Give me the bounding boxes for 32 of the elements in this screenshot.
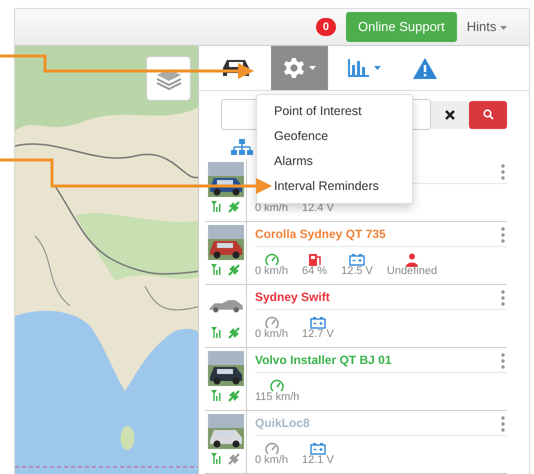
search-icon xyxy=(482,109,494,120)
reading-text: 12.1 V xyxy=(302,454,334,467)
notification-badge: 0 xyxy=(316,18,336,36)
caret-icon xyxy=(500,26,507,30)
more-icon[interactable] xyxy=(499,351,507,369)
reading-text: 12.5 V xyxy=(341,265,373,278)
bar-chart-icon xyxy=(348,59,370,77)
reading-text: 12.7 V xyxy=(302,328,334,341)
layers-icon xyxy=(156,66,182,90)
warning-icon xyxy=(413,58,437,78)
layers-button[interactable] xyxy=(146,56,191,101)
menu-item[interactable]: Interval Reminders xyxy=(257,174,412,199)
vehicle-name[interactable]: Sydney Swift xyxy=(255,288,330,306)
search-button[interactable] xyxy=(469,100,507,128)
hierarchy-icon[interactable] xyxy=(229,137,255,155)
reading-text: 64 % xyxy=(302,265,328,278)
menu-item[interactable]: Geofence xyxy=(257,124,412,149)
reading-text: 0 km/h xyxy=(255,454,288,467)
more-icon[interactable] xyxy=(499,414,507,432)
clear-button[interactable] xyxy=(431,100,469,128)
reading-text: 0 km/h xyxy=(255,265,288,278)
more-icon[interactable] xyxy=(499,162,507,180)
close-icon xyxy=(445,110,455,120)
more-icon[interactable] xyxy=(499,225,507,243)
menu-item[interactable]: Point of Interest xyxy=(257,99,412,124)
more-icon[interactable] xyxy=(499,288,507,306)
reading-text: Undefined xyxy=(386,265,438,278)
menu-item[interactable]: Alarms xyxy=(257,149,412,174)
reading-text: 115 km/h xyxy=(255,391,300,404)
reading-text: 0 km/h xyxy=(255,328,288,341)
hints-menu[interactable]: Hints xyxy=(466,17,507,37)
gear-icon xyxy=(283,57,305,79)
